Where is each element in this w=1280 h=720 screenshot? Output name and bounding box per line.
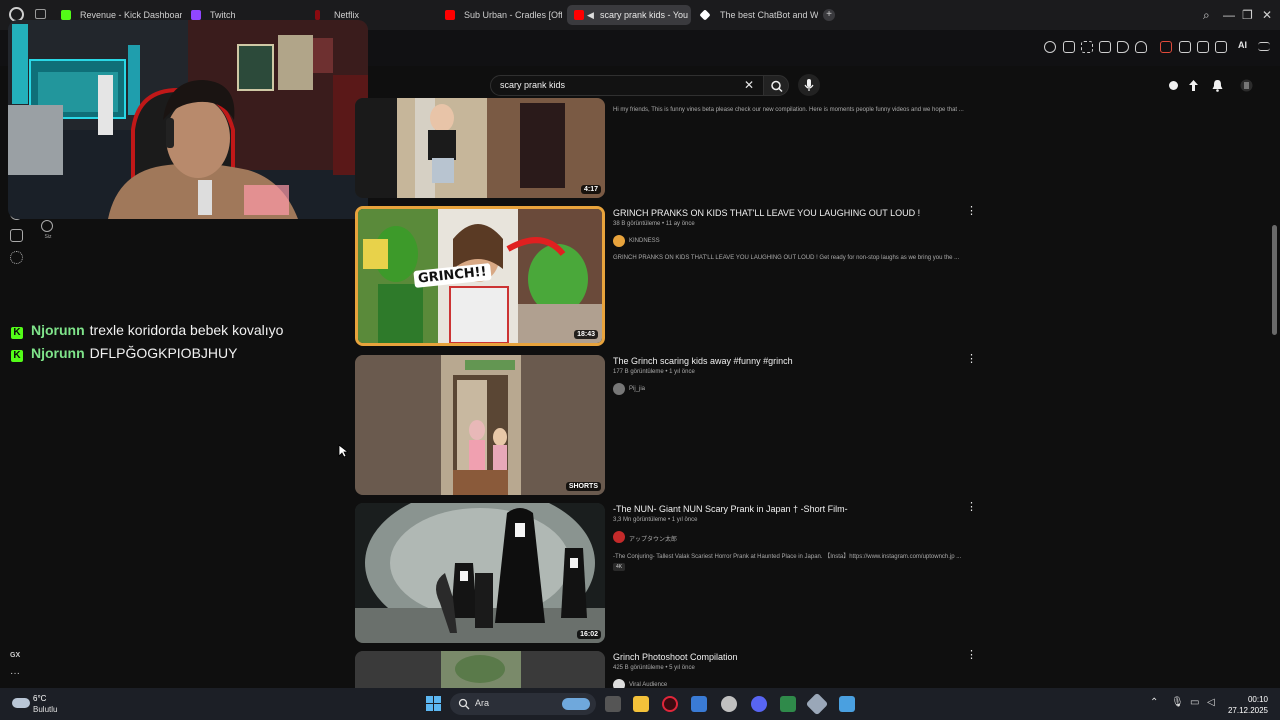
video-title[interactable]: -The NUN- Giant NUN Scary Prank in Japan… <box>613 504 848 514</box>
chat-message: K Njorunn DFLPĞOGKPIOBJHUY <box>11 345 237 362</box>
youtube-favicon-icon <box>574 10 584 20</box>
youtube-favicon-icon <box>445 10 455 20</box>
channel-name[interactable]: Pij_jia <box>613 383 645 395</box>
kick-logo-icon: K <box>11 327 23 339</box>
avatar[interactable] <box>1240 79 1253 92</box>
more-options-icon[interactable]: ⋮ <box>966 650 977 661</box>
tab-sub-urban-cradles[interactable]: Sub Urban - Cradles [Offic <box>438 5 562 25</box>
shopping-icon[interactable] <box>10 229 23 242</box>
video-title[interactable]: The Grinch scaring kids away #funny #gri… <box>613 356 793 366</box>
bookmark-icon[interactable] <box>1063 41 1075 53</box>
video-thumbnail[interactable]: SHORTS <box>355 355 605 495</box>
network-icon[interactable]: ▭ <box>1190 697 1199 708</box>
page-scrollbar[interactable] <box>1272 225 1277 335</box>
discord-icon[interactable] <box>751 696 767 712</box>
taskbar-clock[interactable]: 00:10 27.12.2025 <box>1228 694 1268 716</box>
thumbnail-image <box>355 355 605 495</box>
opera-gx-icon[interactable] <box>662 696 678 712</box>
twitch-favicon-icon <box>191 10 201 20</box>
cloud-icon <box>12 698 30 708</box>
channel-name[interactable]: KINDNESS <box>613 235 660 247</box>
close-window-icon[interactable]: ✕ <box>1262 8 1272 22</box>
video-title[interactable]: Grinch Photoshoot Compilation <box>613 652 738 662</box>
download-icon[interactable] <box>1215 41 1227 53</box>
zoom-icon[interactable] <box>1044 41 1056 53</box>
thumbnail-image <box>355 98 605 198</box>
kick-logo-icon: K <box>11 350 23 362</box>
extensions-icon[interactable] <box>1179 41 1191 53</box>
gx-control-icon[interactable] <box>1160 41 1172 53</box>
task-view-icon[interactable] <box>605 696 621 712</box>
video-thumbnail[interactable]: 4:17 <box>355 98 605 198</box>
kick-favicon-icon <box>61 10 71 20</box>
chatbot-favicon-icon <box>699 9 711 21</box>
more-dots-icon[interactable]: ··· <box>10 669 20 679</box>
voice-search-button[interactable] <box>798 74 820 96</box>
adblock-icon[interactable] <box>1099 41 1111 53</box>
snapshot-icon[interactable] <box>1081 41 1093 53</box>
search-highlight-icon <box>562 698 590 710</box>
channel-avatar <box>613 235 625 247</box>
thumbnail-image <box>355 651 605 688</box>
more-options-icon[interactable]: ⋮ <box>966 502 977 513</box>
file-explorer-icon[interactable] <box>633 696 649 712</box>
heart-icon[interactable] <box>1135 41 1147 53</box>
mouse-cursor-icon <box>338 444 348 458</box>
tab-scary-prank-kids[interactable]: ◀ scary prank kids - You <box>567 5 691 25</box>
menu-icon[interactable] <box>1258 42 1270 51</box>
streamer-webcam-image <box>8 20 368 219</box>
windows-start-icon[interactable] <box>426 696 442 712</box>
new-tab-plus-icon[interactable]: + <box>823 9 835 21</box>
more-options-icon[interactable]: ⋮ <box>966 354 977 365</box>
obs-icon[interactable] <box>721 696 737 712</box>
photos-icon[interactable] <box>839 696 855 712</box>
app-icon[interactable] <box>805 692 829 716</box>
microphone-icon <box>804 79 814 91</box>
search-icon <box>458 698 470 710</box>
clear-search-icon[interactable]: ✕ <box>744 78 754 92</box>
video-thumbnail[interactable] <box>355 651 605 688</box>
search-button[interactable] <box>763 75 789 96</box>
show-hidden-icons-icon[interactable]: ⌃ <box>1150 697 1158 708</box>
shorts-badge: SHORTS <box>565 482 601 491</box>
wallet-icon[interactable] <box>1197 41 1209 53</box>
channel-avatar <box>613 383 625 395</box>
settings-gear-icon[interactable] <box>10 251 23 264</box>
tab-chatbot[interactable]: The best ChatBot and Wid <box>694 5 818 25</box>
search-icon <box>771 80 783 93</box>
thumbnail-image <box>355 503 605 643</box>
speaker-icon[interactable]: ◀ <box>587 5 594 25</box>
search-tabs-icon[interactable]: ⌕ <box>1203 8 1210 23</box>
channel-name[interactable]: アップタウン太郎 <box>613 531 677 543</box>
youtube-search-input[interactable]: scary prank kids ✕ <box>490 75 764 96</box>
taskbar-search-input[interactable]: Ara <box>450 693 596 715</box>
video-thumbnail-selected[interactable]: GRINCH!! 18:43 <box>355 206 605 346</box>
excel-icon[interactable] <box>780 696 796 712</box>
more-options-icon[interactable]: ⋮ <box>966 206 977 217</box>
tab-islands-icon[interactable] <box>35 9 46 19</box>
rail-you-item[interactable]: Siz <box>41 220 55 240</box>
notifications-bell-icon[interactable] <box>1211 79 1224 92</box>
cast-icon[interactable] <box>1167 79 1180 92</box>
volume-icon[interactable]: ◁ <box>1207 697 1215 708</box>
video-title[interactable]: GRINCH PRANKS ON KIDS THAT'LL LEAVE YOU … <box>613 208 920 218</box>
minimize-icon[interactable]: — <box>1223 8 1235 22</box>
channel-avatar <box>613 531 625 543</box>
chat-message: K Njorunn trexle koridorda bebek kovalıyo <box>11 322 283 339</box>
webcam-overlay <box>8 20 368 219</box>
outlook-icon[interactable] <box>691 696 707 712</box>
restore-icon[interactable]: ❐ <box>1242 8 1253 22</box>
gx-label[interactable]: GX <box>10 652 20 659</box>
netflix-favicon-icon <box>315 10 320 20</box>
video-thumbnail[interactable]: 16:02 <box>355 503 605 643</box>
ai-button[interactable]: AI <box>1238 40 1247 50</box>
upload-icon[interactable] <box>1187 79 1200 92</box>
windows-taskbar: 6°C Bulutlu Ara ⌃ 🎙 ▭ ◁ 00:10 27.12.2025 <box>0 688 1280 720</box>
microphone-icon[interactable]: 🎙 <box>1171 697 1184 708</box>
user-circle-icon <box>41 220 53 232</box>
4k-badge: 4K <box>613 563 626 571</box>
player-icon[interactable] <box>1117 41 1129 53</box>
